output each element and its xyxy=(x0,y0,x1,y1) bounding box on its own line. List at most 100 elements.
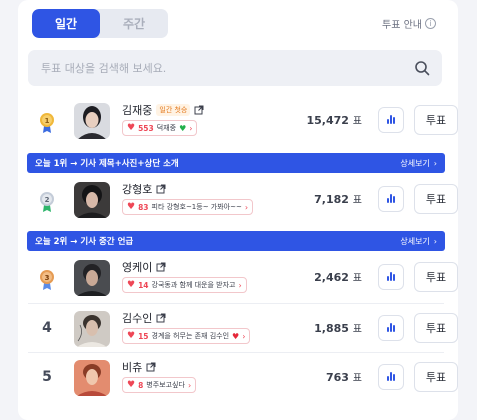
vote-button[interactable]: 투표 xyxy=(414,362,458,392)
stats-button[interactable] xyxy=(378,107,404,133)
vote-count-value: 2,462 xyxy=(314,271,349,284)
red-heart-icon: ♥ xyxy=(232,331,240,341)
detail-link[interactable]: 상세보기 › xyxy=(400,158,437,169)
artist-name-line: 강형호 xyxy=(122,181,166,197)
stats-button[interactable] xyxy=(378,264,404,290)
chevron-right-icon: › xyxy=(238,280,242,290)
rank-number: 3 xyxy=(45,274,50,282)
ranking-row: 5 비츄 ♥ 8 병주보고싶다 › 763 표 투표 xyxy=(18,355,458,405)
rank-number: 1 xyxy=(45,117,50,125)
heart-icon: ♥ xyxy=(127,379,136,390)
chevron-right-icon: › xyxy=(189,123,193,133)
cheer-message-chip[interactable]: ♥ 83 피타 강형호~1등~ 가봐아~~ › xyxy=(122,199,254,215)
cheer-text: 피타 강형호~1등~ 가봐아~~ xyxy=(151,203,242,211)
vote-button[interactable]: 투표 xyxy=(414,313,458,343)
artist-name: 강형호 xyxy=(122,183,153,196)
search-bar xyxy=(28,50,442,86)
cheer-count: 15 xyxy=(138,331,149,341)
vote-button[interactable]: 투표 xyxy=(414,105,458,135)
period-tabs: 일간 주간 xyxy=(32,9,168,38)
artist-name-line: 김재중 일간 첫승 xyxy=(122,102,204,118)
rank-number: 5 xyxy=(42,369,52,385)
cheer-count: 553 xyxy=(138,123,154,133)
external-link-icon[interactable] xyxy=(146,362,156,372)
gold-medal-icon: 1 xyxy=(36,111,58,135)
row-divider xyxy=(28,303,444,304)
rank-number: 2 xyxy=(45,196,50,204)
cheer-count: 8 xyxy=(138,380,144,390)
banner-text: 오늘 2위 → 기사 중간 언급 xyxy=(35,237,134,247)
vote-count-value: 7,182 xyxy=(314,193,349,206)
vote-count: 2,462 표 xyxy=(314,269,362,284)
tab-weekly[interactable]: 주간 xyxy=(100,9,168,38)
search-input[interactable] xyxy=(41,50,401,86)
ranking-row: 3 영케이 ♥ 14 강국동과 함께 대운을 받자고 › 2,462 표 투표 xyxy=(18,255,458,305)
daily-first-win-badge: 일간 첫승 xyxy=(156,104,191,116)
vote-count-value: 15,472 xyxy=(306,114,349,127)
avatar[interactable] xyxy=(74,360,110,396)
artist-name-line: 김수인 xyxy=(122,310,166,326)
vote-button[interactable]: 투표 xyxy=(414,184,458,214)
bronze-medal-icon: 3 xyxy=(36,268,58,292)
artist-name-line: 비츄 xyxy=(122,359,156,375)
rank-number: 4 xyxy=(42,320,52,336)
vote-unit: 표 xyxy=(352,195,362,206)
chevron-right-icon: › xyxy=(433,158,437,168)
chevron-right-icon: › xyxy=(187,380,192,390)
benefit-banner[interactable]: 오늘 1위 → 기사 제목+사진+상단 소개 상세보기 › xyxy=(27,153,445,173)
vote-button[interactable]: 투표 xyxy=(414,262,458,292)
artist-name: 영케이 xyxy=(122,261,153,274)
vote-unit: 표 xyxy=(352,116,362,127)
cheer-count: 14 xyxy=(138,280,149,290)
vote-count-value: 763 xyxy=(325,371,349,384)
info-icon: i xyxy=(425,18,436,29)
cheer-message-chip[interactable]: ♥ 15 경계을 허무는 존재 김수인 ♥ › xyxy=(122,328,251,344)
silver-medal-icon: 2 xyxy=(36,190,58,214)
row-divider xyxy=(28,352,444,353)
search-icon[interactable] xyxy=(414,60,430,76)
vote-guide-link[interactable]: 투표 안내 i xyxy=(382,16,436,31)
chevron-right-icon: › xyxy=(244,202,249,212)
stats-button[interactable] xyxy=(378,364,404,390)
external-link-icon[interactable] xyxy=(156,313,166,323)
detail-link[interactable]: 상세보기 › xyxy=(400,236,437,247)
avatar[interactable] xyxy=(74,103,110,139)
artist-name: 김수인 xyxy=(122,312,153,325)
cheer-text: 덕재중 xyxy=(156,124,177,132)
stats-button[interactable] xyxy=(378,186,404,212)
avatar[interactable] xyxy=(74,311,110,347)
cheer-message-chip[interactable]: ♥ 8 병주보고싶다 › xyxy=(122,377,197,393)
artist-name: 비츄 xyxy=(122,361,143,374)
artist-name-line: 영케이 xyxy=(122,259,166,275)
external-link-icon[interactable] xyxy=(194,105,204,115)
vote-unit: 표 xyxy=(352,273,362,284)
vote-count: 1,885 표 xyxy=(314,320,362,335)
artist-name: 김재중 xyxy=(122,104,153,117)
vote-count: 7,182 표 xyxy=(314,191,362,206)
heart-icon: ♥ xyxy=(127,330,136,341)
benefit-banner[interactable]: 오늘 2위 → 기사 중간 언급 상세보기 › xyxy=(27,231,445,251)
heart-icon: ♥ xyxy=(127,201,136,212)
vote-guide-label: 투표 안내 xyxy=(382,20,422,31)
avatar[interactable] xyxy=(74,182,110,218)
ranking-row: 2 강형호 ♥ 83 피타 강형호~1등~ 가봐아~~ › 7,182 표 투표 xyxy=(18,177,458,227)
external-link-icon[interactable] xyxy=(156,184,166,194)
stats-button[interactable] xyxy=(378,315,404,341)
chevron-right-icon: › xyxy=(242,331,246,341)
external-link-icon[interactable] xyxy=(156,262,166,272)
cheer-text: 경계을 허무는 존재 김수인 xyxy=(151,332,230,340)
cheer-text: 강국동과 함께 대운을 받자고 xyxy=(151,281,236,289)
banner-text: 오늘 1위 → 기사 제목+사진+상단 소개 xyxy=(35,159,179,169)
green-heart-icon: ♥ xyxy=(179,123,187,133)
vote-unit: 표 xyxy=(352,373,362,384)
cheer-message-chip[interactable]: ♥ 14 강국동과 함께 대운을 받자고 › xyxy=(122,277,247,293)
tab-daily[interactable]: 일간 xyxy=(32,9,100,38)
vote-count-value: 1,885 xyxy=(314,322,349,335)
cheer-message-chip[interactable]: ♥ 553 덕재중 ♥ › xyxy=(122,120,198,136)
vote-count: 15,472 표 xyxy=(307,112,363,127)
avatar[interactable] xyxy=(74,260,110,296)
cheer-count: 83 xyxy=(138,202,149,212)
cheer-text: 병주보고싶다 xyxy=(146,381,185,389)
heart-icon: ♥ xyxy=(127,279,136,290)
heart-icon: ♥ xyxy=(127,122,136,133)
